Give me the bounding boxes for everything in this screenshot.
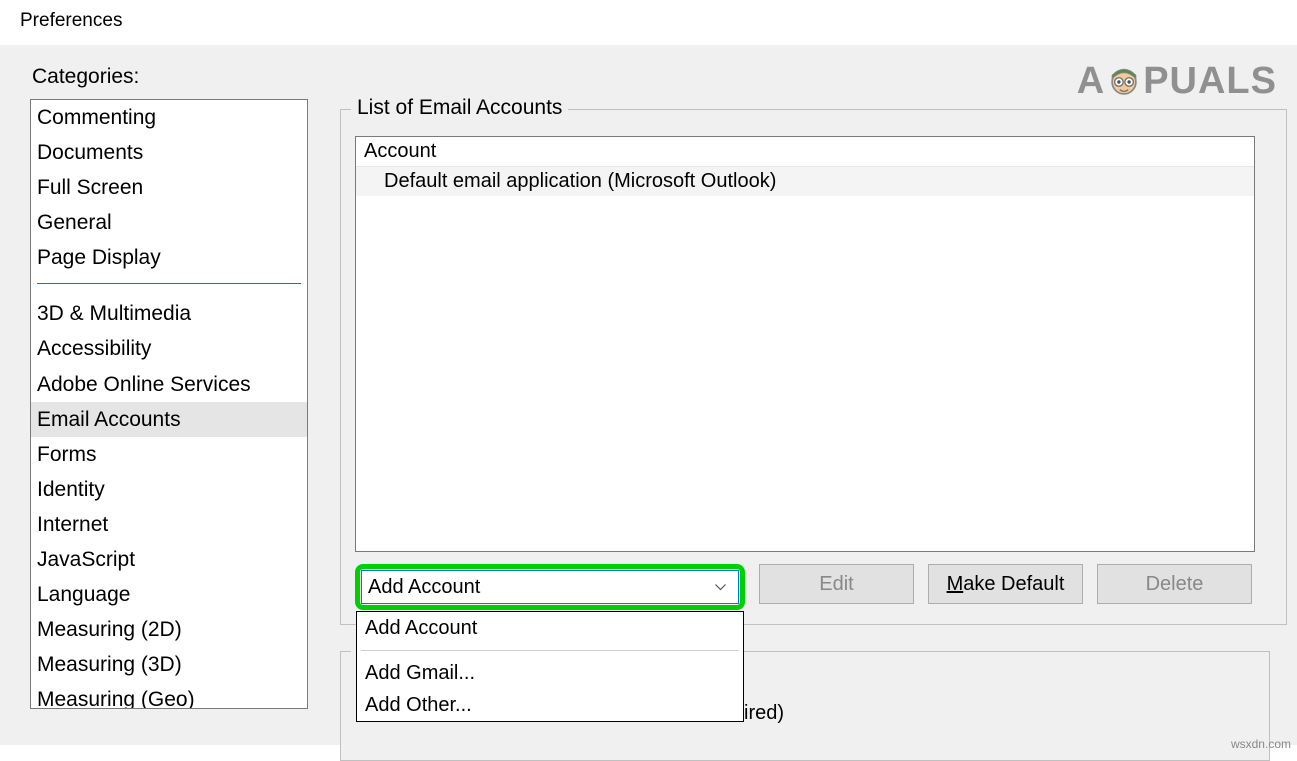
window-title: Preferences [0,0,1297,37]
category-item-full-screen[interactable]: Full Screen [31,170,307,205]
category-item-adobe-online-services[interactable]: Adobe Online Services [31,367,307,402]
make-default-rest: ake Default [963,573,1064,596]
dropdown-option-add-gmail[interactable]: Add Gmail... [357,657,743,689]
make-default-button[interactable]: Make Default [928,564,1083,604]
category-item-3d-multimedia[interactable]: 3D & Multimedia [31,296,307,331]
category-item-general[interactable]: General [31,205,307,240]
category-item-language[interactable]: Language [31,577,307,612]
category-item-accessibility[interactable]: Accessibility [31,331,307,366]
accounts-table[interactable]: Account Default email application (Micro… [355,136,1255,552]
lower-snippet: ired) [744,702,784,725]
list-of-email-accounts-group: List of Email Accounts Account Default e… [340,109,1287,625]
source-watermark: wsxdn.com [1231,737,1291,751]
dropdown-option-add-account[interactable]: Add Account [357,612,743,644]
dropdown-divider [361,650,739,651]
categories-listbox[interactable]: Commenting Documents Full Screen General… [30,99,308,709]
add-account-dropdown-list[interactable]: Add Account Add Gmail... Add Other... [356,611,744,722]
category-item-measuring-geo[interactable]: Measuring (Geo) [31,682,307,709]
account-row-default[interactable]: Default email application (Microsoft Out… [356,167,1254,196]
category-divider [37,283,301,284]
mascot-icon [1107,65,1141,99]
accounts-buttons-row: Add Account Add Account Add Gmail... Add… [355,564,1272,610]
category-item-identity[interactable]: Identity [31,472,307,507]
category-item-documents[interactable]: Documents [31,135,307,170]
category-item-page-display[interactable]: Page Display [31,240,307,275]
email-accounts-panel: List of Email Accounts Account Default e… [340,95,1287,761]
edit-button[interactable]: Edit [759,564,914,604]
category-item-measuring-3d[interactable]: Measuring (3D) [31,647,307,682]
list-of-email-accounts-legend: List of Email Accounts [351,96,568,120]
category-item-email-accounts[interactable]: Email Accounts [31,402,307,437]
category-item-forms[interactable]: Forms [31,437,307,472]
preferences-body: A PUALS Categories: Commenting Documents… [0,45,1297,745]
add-account-highlight: Add Account Add Account Add Gmail... Add… [355,564,745,610]
category-item-measuring-2d[interactable]: Measuring (2D) [31,612,307,647]
delete-button[interactable]: Delete [1097,564,1252,604]
category-item-javascript[interactable]: JavaScript [31,542,307,577]
add-account-dropdown[interactable]: Add Account [361,570,739,604]
category-item-commenting[interactable]: Commenting [31,100,307,135]
make-default-mnemonic: M [947,573,964,596]
chevron-down-icon[interactable] [708,573,732,601]
accounts-column-header: Account [356,137,1254,167]
add-account-selected: Add Account [368,576,480,599]
dropdown-option-add-other[interactable]: Add Other... [357,689,743,721]
category-item-internet[interactable]: Internet [31,507,307,542]
